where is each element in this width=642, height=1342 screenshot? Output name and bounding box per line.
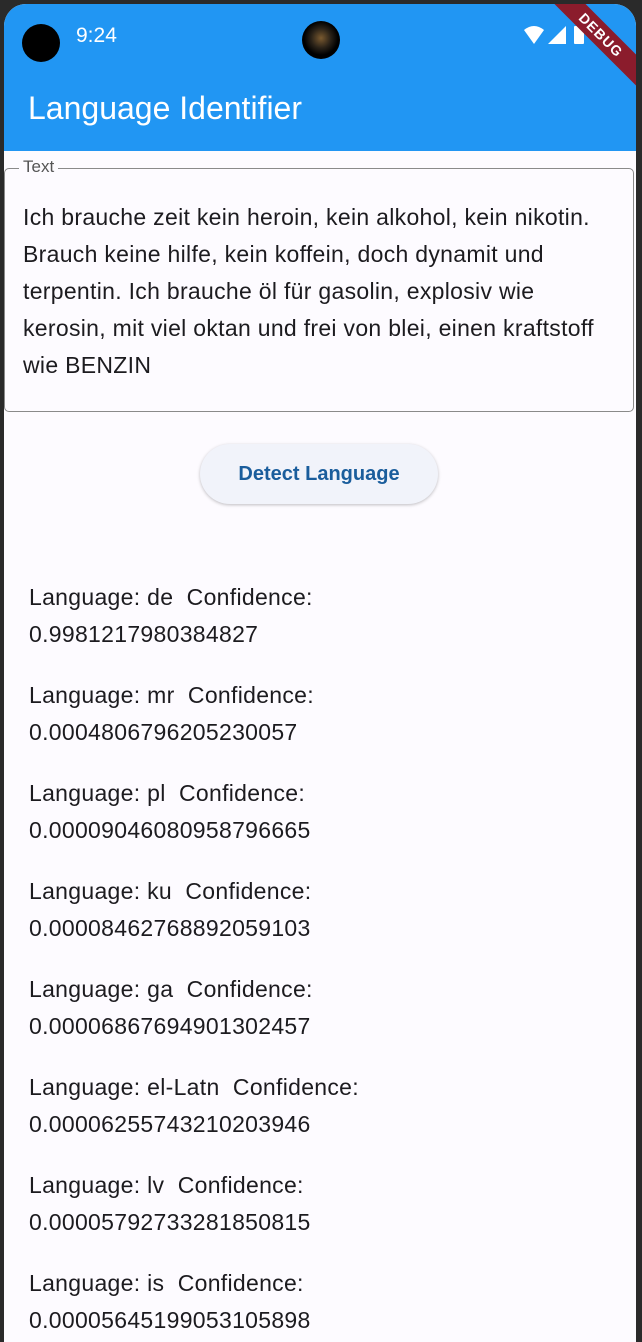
result-language: Language: de Confidence: (29, 584, 313, 610)
text-input-label: Text (19, 157, 59, 177)
result-language: Language: lv Confidence: (29, 1172, 304, 1198)
phone-screen: 9:24 Language Identifier DEBUG Text Ich … (4, 4, 636, 1342)
result-confidence: 0.00006255743210203946 (29, 1111, 311, 1137)
result-language: Language: ga Confidence: (29, 976, 313, 1002)
status-indicator-dot (22, 24, 60, 62)
text-input-value[interactable]: Ich brauche zeit kein heroin, kein alkoh… (23, 199, 613, 384)
app-title: Language Identifier (28, 90, 302, 126)
result-item: Language: ga Confidence: 0.0000686769490… (29, 971, 619, 1069)
cellular-icon (548, 26, 566, 44)
results-list: Language: de Confidence: 0.9981217980384… (29, 579, 619, 1342)
result-confidence: 0.00006867694901302457 (29, 1013, 311, 1039)
result-confidence: 0.0004806796205230057 (29, 719, 298, 745)
result-item: Language: lv Confidence: 0.0000579273328… (29, 1167, 619, 1265)
result-confidence: 0.00008462768892059103 (29, 915, 311, 941)
result-language: Language: mr Confidence: (29, 682, 314, 708)
text-input-field[interactable]: Text Ich brauche zeit kein heroin, kein … (4, 157, 634, 412)
result-confidence: 0.00005792733281850815 (29, 1209, 311, 1235)
result-confidence: 0.00005645199053105898 (29, 1307, 311, 1333)
status-bar: 9:24 (4, 4, 636, 66)
result-item: Language: pl Confidence: 0.0000904608095… (29, 775, 619, 873)
wifi-icon (524, 26, 544, 44)
result-confidence: 0.00009046080958796665 (29, 817, 311, 843)
front-camera (302, 21, 340, 59)
result-language: Language: is Confidence: (29, 1270, 304, 1296)
result-item: Language: ku Confidence: 0.0000846276889… (29, 873, 619, 971)
result-language: Language: ku Confidence: (29, 878, 312, 904)
result-language: Language: pl Confidence: (29, 780, 306, 806)
result-item: Language: el-Latn Confidence: 0.00006255… (29, 1069, 619, 1167)
status-time: 9:24 (76, 24, 117, 47)
result-item: Language: de Confidence: 0.9981217980384… (29, 579, 619, 677)
result-item: Language: mr Confidence: 0.0004806796205… (29, 677, 619, 775)
result-confidence: 0.9981217980384827 (29, 621, 259, 647)
app-bar: Language Identifier (4, 66, 636, 151)
detect-language-button[interactable]: Detect Language (200, 444, 438, 504)
result-item: Language: is Confidence: 0.0000564519905… (29, 1265, 619, 1342)
result-language: Language: el-Latn Confidence: (29, 1074, 359, 1100)
